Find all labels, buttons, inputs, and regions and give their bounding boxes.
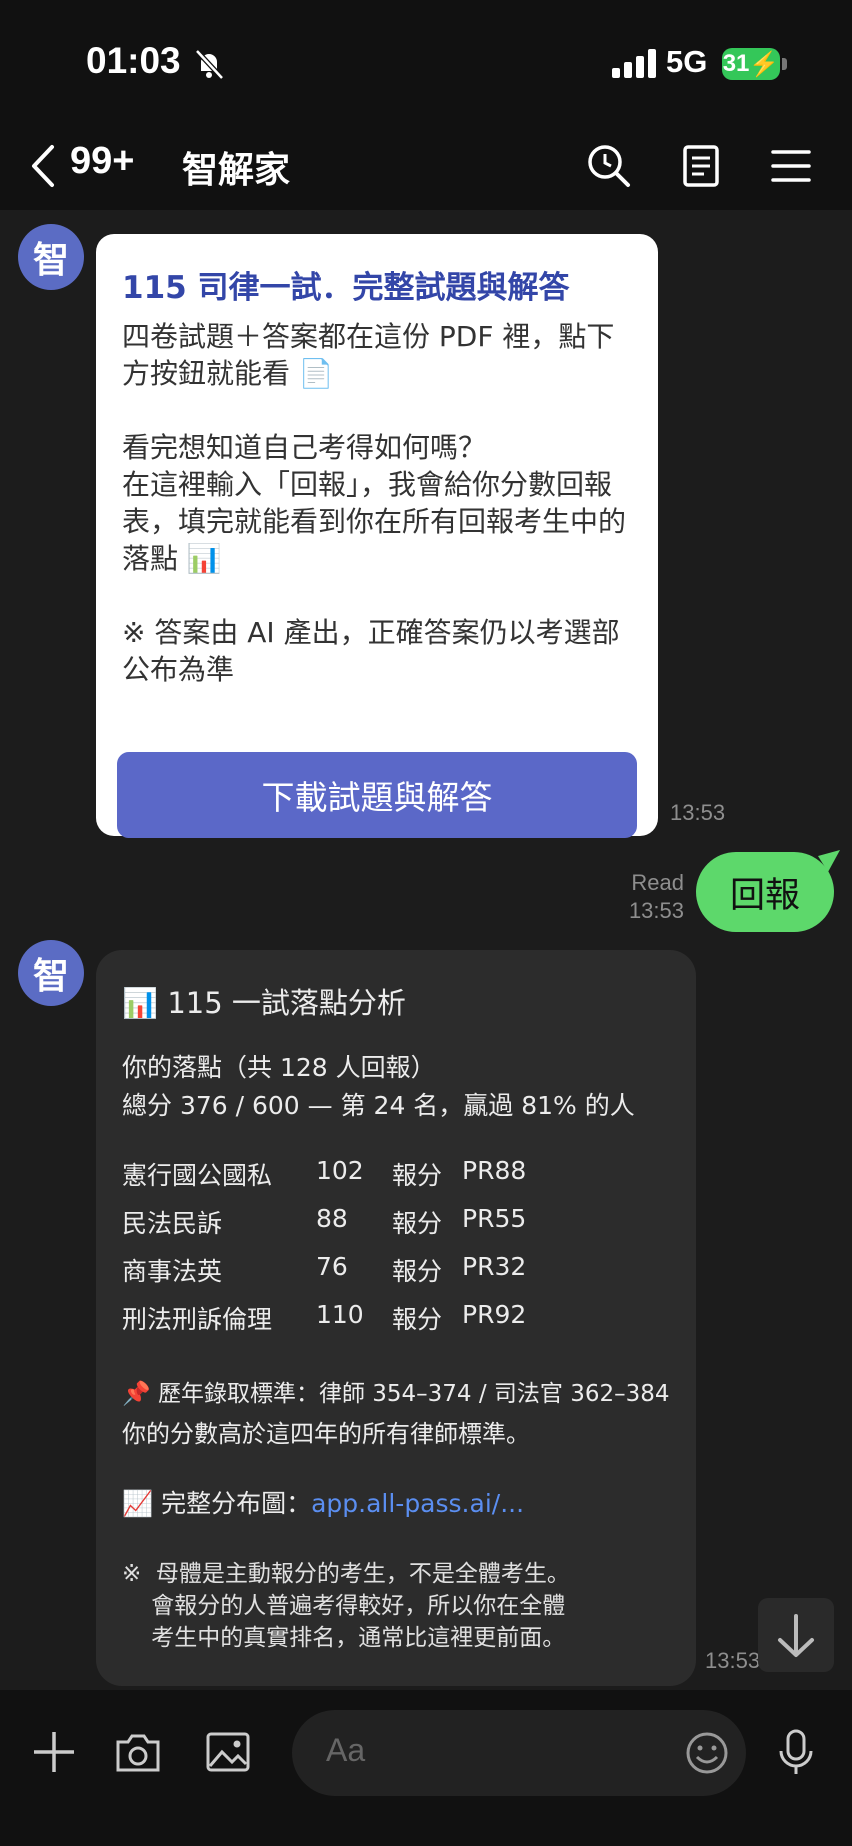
admission-standard: 📌 歷年錄取標準：律師 354–374 / 司法官 362–384: [122, 1381, 670, 1407]
subject-score: 76: [316, 1252, 348, 1281]
score-label: 報分: [392, 1161, 443, 1190]
chat-area[interactable]: 智 115 司律一試．完整試題與解答 四卷試題＋答案都在這份 PDF 裡，點下方…: [0, 210, 852, 1690]
download-button[interactable]: 下載試題與解答: [117, 752, 637, 838]
battery-icon: 31 ⚡: [722, 48, 780, 80]
total-score-line: 總分 376 / 600 — 第 24 名，贏過 81% 的人: [122, 1091, 635, 1120]
chat-header: 99+ 智解家: [0, 125, 852, 210]
pr-value: PR92: [462, 1300, 527, 1329]
pr-value: PR88: [462, 1156, 527, 1185]
message-timestamp: 13:53: [628, 898, 684, 923]
status-bar: 01:03 5G 31 ⚡: [0, 0, 852, 125]
chat-title: 智解家: [182, 150, 291, 191]
message-input[interactable]: Aa: [292, 1710, 746, 1796]
bubble-tail: [818, 850, 840, 872]
read-receipt: Read: [631, 870, 684, 895]
message-input-bar: Aa: [0, 1690, 852, 1846]
distribution-link[interactable]: app.all-pass.ai/...: [311, 1489, 524, 1518]
input-placeholder: Aa: [326, 1732, 366, 1768]
mute-bell-icon: [195, 49, 224, 80]
pr-value: PR55: [462, 1204, 527, 1233]
sent-message-bubble[interactable]: 回報: [696, 852, 834, 932]
battery-level: 31: [722, 50, 750, 77]
subject-name: 民法民訴: [122, 1209, 223, 1238]
subject-score: 110: [316, 1300, 364, 1329]
emoji-icon[interactable]: [684, 1730, 730, 1776]
standard-note: 你的分數高於這四年的所有律師標準。: [122, 1420, 530, 1448]
bot-avatar[interactable]: 智: [18, 940, 84, 1006]
pdf-message-card: 115 司律一試．完整試題與解答 四卷試題＋答案都在這份 PDF 裡，點下方按鈕…: [96, 234, 658, 838]
subject-name: 商事法英: [122, 1257, 223, 1286]
score-label: 報分: [392, 1209, 443, 1238]
image-icon[interactable]: [204, 1728, 252, 1776]
plus-icon[interactable]: [30, 1728, 78, 1776]
back-chevron-icon[interactable]: [28, 143, 58, 189]
message-timestamp: 13:53: [670, 800, 726, 825]
score-label: 報分: [392, 1257, 443, 1286]
rank-summary: 你的落點（共 128 人回報）: [122, 1053, 436, 1082]
status-time: 01:03: [86, 40, 181, 81]
distribution-line: 📈 完整分布圖：app.all-pass.ai/...: [122, 1484, 524, 1520]
signal-icon: [612, 49, 656, 78]
unread-count[interactable]: 99+: [70, 140, 134, 183]
subject-score: 102: [316, 1156, 364, 1185]
message-timestamp: 13:53: [705, 1648, 761, 1673]
scroll-to-bottom-button[interactable]: [758, 1598, 834, 1672]
card-body: 四卷試題＋答案都在這份 PDF 裡，點下方按鈕就能看 📄 看完想知道自己考得如何…: [122, 320, 627, 686]
search-icon[interactable]: [586, 143, 632, 189]
battery-tip: [782, 58, 787, 70]
subject-name: 刑法刑訴倫理: [122, 1305, 273, 1334]
notes-icon[interactable]: [678, 143, 724, 189]
menu-icon[interactable]: [768, 143, 814, 189]
microphone-icon[interactable]: [772, 1728, 820, 1776]
arrow-down-icon: [778, 1614, 814, 1657]
card-title: 115 司律一試．完整試題與解答: [122, 270, 570, 306]
pr-value: PR32: [462, 1252, 527, 1281]
network-type: 5G: [666, 44, 708, 79]
score-label: 報分: [392, 1305, 443, 1334]
subject-name: 憲行國公國私: [122, 1161, 273, 1190]
analysis-title: 📊 115 一試落點分析: [122, 986, 406, 1020]
analysis-message-card: 📊 115 一試落點分析 你的落點（共 128 人回報） 總分 376 / 60…: [96, 950, 696, 1686]
distribution-label: 📈 完整分布圖：: [122, 1489, 312, 1518]
subject-score: 88: [316, 1204, 348, 1233]
camera-icon[interactable]: [114, 1728, 162, 1776]
sample-note: ※ 母體是主動報分的考生，不是全體考生。 會報分的人普遍考得較好，所以你在全體 …: [122, 1561, 570, 1651]
bot-avatar[interactable]: 智: [18, 224, 84, 290]
